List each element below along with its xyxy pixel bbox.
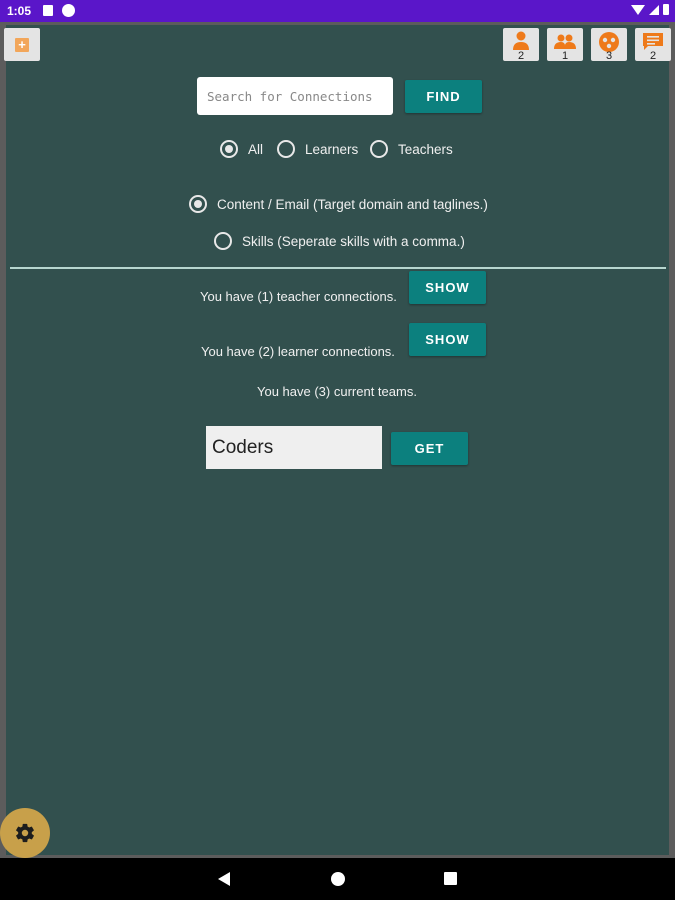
search-input[interactable] bbox=[197, 77, 393, 115]
team-count: 3 bbox=[605, 50, 613, 62]
radio-skills[interactable]: Skills (Seperate skills with a comma.) bbox=[214, 232, 465, 250]
radio-teachers-label: Teachers bbox=[398, 141, 453, 157]
radio-content-indicator bbox=[189, 195, 207, 213]
app-notification-icon bbox=[62, 4, 75, 17]
radio-skills-label: Skills (Seperate skills with a comma.) bbox=[242, 233, 465, 249]
add-button[interactable]: + bbox=[4, 28, 40, 61]
team-name-input[interactable] bbox=[206, 426, 382, 469]
battery-icon bbox=[663, 4, 669, 15]
radio-skills-indicator bbox=[214, 232, 232, 250]
teacher-connections-text: You have (1) teacher connections. bbox=[200, 289, 397, 304]
person-connections-button[interactable]: 2 bbox=[503, 28, 539, 62]
people-count: 1 bbox=[561, 50, 569, 62]
message-icon bbox=[643, 32, 663, 50]
people-icon bbox=[554, 34, 576, 49]
messages-button[interactable]: 2 bbox=[635, 28, 671, 62]
recents-icon[interactable] bbox=[444, 872, 457, 885]
radio-learners-indicator bbox=[277, 140, 295, 158]
radio-learners[interactable]: Learners bbox=[277, 140, 358, 158]
radio-all[interactable]: All bbox=[220, 140, 263, 158]
messages-count: 2 bbox=[649, 50, 657, 62]
radio-all-label: All bbox=[248, 141, 264, 157]
radio-content-email[interactable]: Content / Email (Target domain and tagli… bbox=[189, 195, 488, 213]
settings-button[interactable] bbox=[0, 808, 50, 858]
current-teams-text: You have (3) current teams. bbox=[257, 384, 417, 399]
navigation-bar bbox=[0, 858, 675, 900]
radio-learners-label: Learners bbox=[305, 141, 359, 157]
signal-icon bbox=[649, 4, 659, 15]
radio-content-label: Content / Email (Target domain and tagli… bbox=[217, 196, 488, 212]
get-team-button[interactable]: GET bbox=[391, 432, 468, 465]
notification-icon bbox=[43, 5, 53, 16]
status-bar: 1:05 bbox=[0, 0, 675, 22]
status-time: 1:05 bbox=[7, 4, 32, 18]
learner-connections-text: You have (2) learner connections. bbox=[201, 344, 395, 359]
radio-teachers-indicator bbox=[370, 140, 388, 158]
home-icon[interactable] bbox=[331, 872, 345, 886]
show-learners-button[interactable]: SHOW bbox=[409, 323, 486, 356]
back-icon[interactable] bbox=[218, 872, 230, 886]
radio-teachers[interactable]: Teachers bbox=[370, 140, 453, 158]
wifi-icon bbox=[631, 4, 645, 15]
gear-icon bbox=[16, 823, 34, 843]
main-panel: + 2 1 3 2 Search for Connections FIND Al… bbox=[4, 25, 671, 855]
show-teachers-button[interactable]: SHOW bbox=[409, 271, 486, 304]
group-connections-button[interactable]: 1 bbox=[547, 28, 583, 62]
teams-button[interactable]: 3 bbox=[591, 28, 627, 62]
section-divider bbox=[10, 267, 666, 269]
app-window: + 2 1 3 2 Search for Connections FIND Al… bbox=[0, 22, 675, 858]
plus-icon: + bbox=[15, 37, 29, 52]
find-button[interactable]: FIND bbox=[405, 80, 482, 113]
radio-all-indicator bbox=[220, 140, 238, 158]
person-count: 2 bbox=[517, 50, 525, 62]
